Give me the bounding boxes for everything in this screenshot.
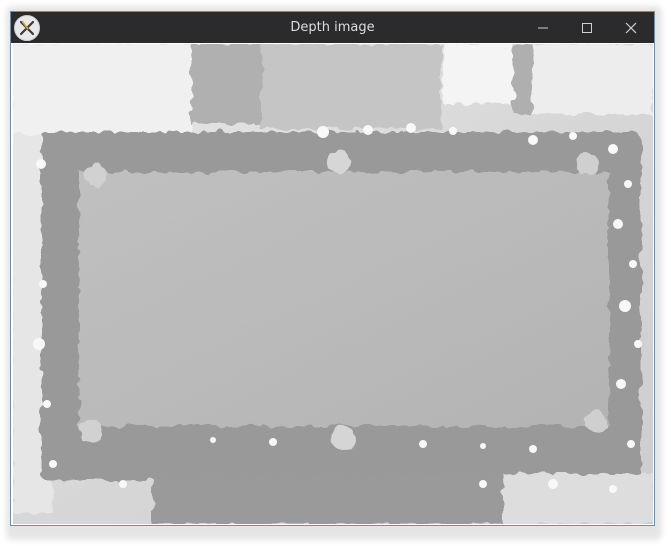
minimize-button[interactable] <box>521 12 565 43</box>
maximize-icon <box>582 22 592 33</box>
depth-image <box>13 44 653 524</box>
maximize-button[interactable] <box>565 12 609 43</box>
depth-image-canvas[interactable] <box>13 44 653 524</box>
close-icon <box>625 22 637 33</box>
title-bar[interactable]: Depth image <box>11 12 654 43</box>
minimize-icon <box>538 27 548 28</box>
depth-image-window: Depth image <box>10 11 655 526</box>
close-button[interactable] <box>609 12 653 43</box>
sensor-grain <box>13 44 653 524</box>
